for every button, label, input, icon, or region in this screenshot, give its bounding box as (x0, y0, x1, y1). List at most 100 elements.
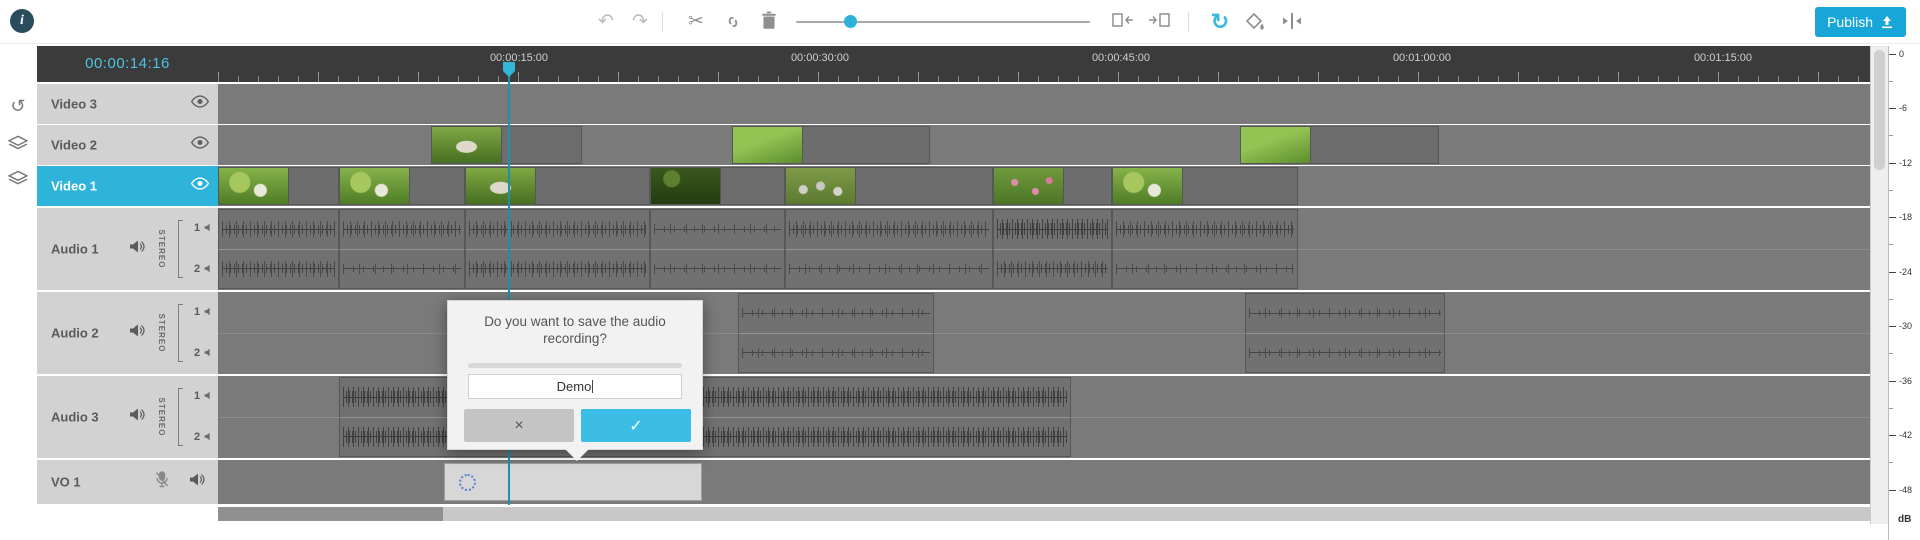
clip-thumbnail (340, 168, 410, 204)
mic-muted-icon[interactable] (155, 471, 169, 493)
channel-1: 1 (194, 222, 214, 235)
track-label-vo1[interactable]: VO 1 (37, 460, 218, 504)
stereo-label: STEREO (157, 398, 166, 437)
delete-icon[interactable] (760, 11, 778, 36)
left-toolbar: ↺ (0, 44, 37, 540)
clip-thumbnail (1113, 168, 1183, 204)
track-name: Audio 2 (51, 326, 99, 341)
paint-bucket-icon[interactable] (1243, 11, 1265, 38)
audio-clip[interactable] (1245, 293, 1445, 373)
video-clip[interactable] (339, 167, 465, 205)
stereo-label: STEREO (157, 314, 166, 353)
visibility-eye-icon[interactable] (190, 95, 210, 113)
video-clip[interactable] (431, 126, 582, 164)
speaker-icon[interactable] (204, 391, 214, 403)
track-name: VO 1 (51, 475, 81, 490)
ruler-ticks (218, 76, 1870, 82)
clip-thumbnail (432, 127, 502, 163)
transition-next-icon[interactable] (1146, 11, 1170, 34)
publish-button[interactable]: Publish (1815, 7, 1906, 37)
save-recording-dialog: Do you want to save the audio recording?… (447, 300, 703, 450)
audio-clip[interactable] (339, 209, 465, 289)
speaker-icon[interactable] (204, 264, 214, 276)
speaker-icon[interactable] (129, 240, 145, 259)
track-label-video1[interactable]: Video 1 (37, 166, 218, 206)
ruler-label: 00:00:45:00 (1081, 52, 1161, 64)
video-clip[interactable] (993, 167, 1112, 205)
clip-thumbnail (1241, 127, 1311, 163)
zoom-slider-knob[interactable] (844, 15, 857, 28)
cut-button[interactable]: ✂ (682, 8, 710, 36)
video-clip[interactable] (218, 167, 339, 205)
unlink-icon[interactable] (722, 11, 744, 38)
speaker-icon[interactable] (129, 324, 145, 343)
audio-clip[interactable] (993, 209, 1112, 289)
vertical-scrollbar-thumb[interactable] (1874, 50, 1885, 170)
channel-2: 2 (194, 431, 214, 444)
track-name: Video 2 (51, 138, 97, 153)
audio-clip[interactable] (218, 209, 339, 289)
layers-icon[interactable] (6, 167, 30, 191)
dialog-pointer (564, 448, 590, 461)
clip-thumbnail (219, 168, 289, 204)
confirm-button[interactable]: ✓ (581, 409, 691, 442)
audio-level-bar (468, 363, 682, 368)
track-label-audio2[interactable]: Audio 2 STEREO 1 2 (37, 292, 218, 374)
record-voiceover-icon[interactable]: ↻ (1205, 7, 1235, 37)
audio-clip[interactable] (650, 209, 785, 289)
zoom-slider[interactable] (796, 21, 1090, 23)
clip-thumbnail (466, 168, 536, 204)
video-clip[interactable] (785, 167, 993, 205)
voiceover-recording-clip[interactable] (444, 463, 702, 501)
speaker-icon[interactable] (204, 432, 214, 444)
video-clip[interactable] (1112, 167, 1298, 205)
rotate-icon[interactable]: ↺ (6, 94, 30, 118)
channel-bracket (178, 220, 183, 278)
horizontal-scrollbar-thumb[interactable] (218, 507, 443, 521)
transition-prev-icon[interactable] (1112, 11, 1136, 34)
speaker-icon[interactable] (204, 307, 214, 319)
horizontal-scrollbar[interactable] (218, 507, 1870, 521)
video-clip[interactable] (732, 126, 930, 164)
loading-spinner (459, 474, 476, 491)
track-label-video2[interactable]: Video 2 (37, 125, 218, 165)
track-label-video3[interactable]: Video 3 (37, 84, 218, 124)
audio-clip[interactable] (465, 209, 650, 289)
vertical-scrollbar[interactable] (1870, 46, 1888, 524)
visibility-eye-icon[interactable] (190, 177, 210, 195)
split-icon[interactable] (1280, 11, 1304, 36)
track-content-vo1[interactable] (218, 460, 1870, 504)
info-icon[interactable]: i (10, 9, 34, 33)
channel-bracket (178, 388, 183, 446)
channel-bracket (178, 304, 183, 362)
speaker-icon[interactable] (129, 408, 145, 427)
audio-clip[interactable] (785, 209, 993, 289)
recording-name-input[interactable]: Demo (468, 374, 682, 399)
ruler-label: 00:00:30:00 (780, 52, 860, 64)
speaker-icon[interactable] (204, 348, 214, 360)
speaker-icon[interactable] (204, 223, 214, 235)
audio-clip[interactable] (1112, 209, 1298, 289)
track-content-video3[interactable] (218, 84, 1870, 124)
db-meter-scale: 0 -6 -12 -18 -24 -30 -36 -42 -48 dB (1888, 46, 1920, 540)
dialog-message: Do you want to save the audio recording? (462, 313, 688, 347)
video-clip[interactable] (650, 167, 785, 205)
video-clip[interactable] (1240, 126, 1439, 164)
track-label-audio1[interactable]: Audio 1 STEREO 1 2 (37, 208, 218, 290)
clip-thumbnail (786, 168, 856, 204)
undo-button[interactable]: ↶ (592, 8, 620, 36)
track-label-audio3[interactable]: Audio 3 STEREO 1 2 (37, 376, 218, 458)
redo-button[interactable]: ↷ (626, 8, 654, 36)
add-layer-icon[interactable] (6, 133, 30, 157)
visibility-eye-icon[interactable] (190, 136, 210, 154)
publish-label: Publish (1827, 14, 1873, 30)
speaker-icon[interactable] (189, 473, 205, 492)
track-content-video2[interactable] (218, 125, 1870, 165)
text-caret (592, 380, 593, 393)
video-clip[interactable] (465, 167, 650, 205)
track-content-audio1[interactable] (218, 208, 1870, 290)
cancel-button[interactable]: × (464, 409, 574, 442)
track-content-video1[interactable] (218, 166, 1870, 206)
audio-clip[interactable] (738, 293, 934, 373)
toolbar-divider (1188, 12, 1189, 32)
